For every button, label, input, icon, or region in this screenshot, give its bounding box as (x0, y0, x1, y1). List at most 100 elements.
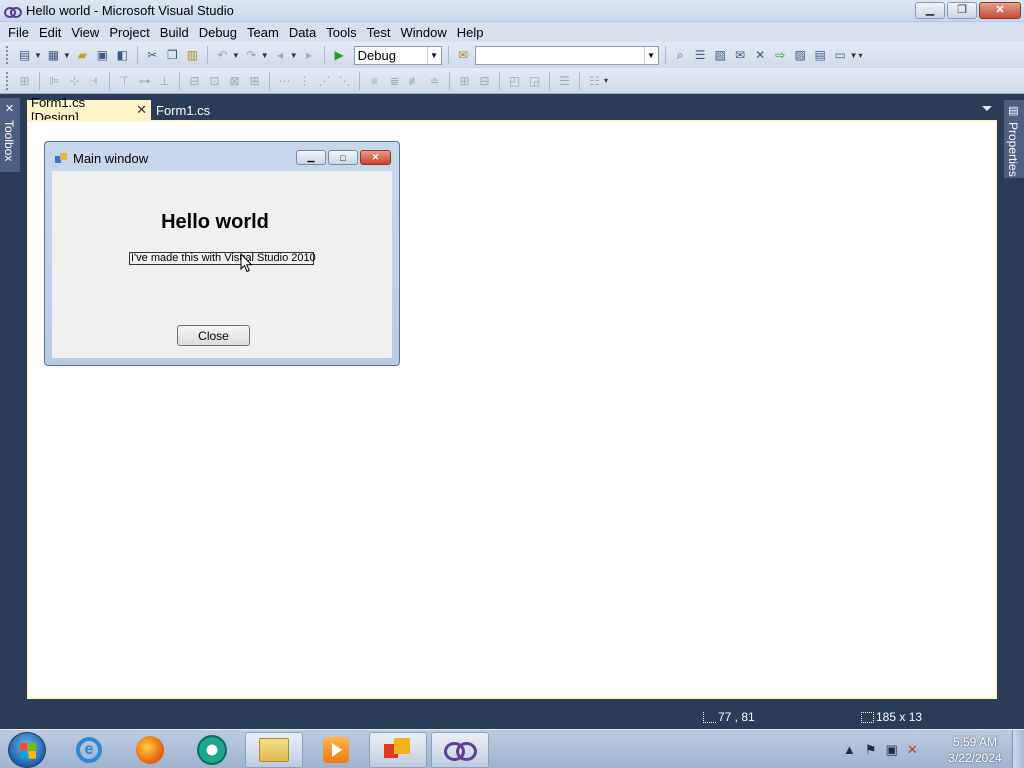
other-windows-icon[interactable]: ▭ (832, 47, 849, 63)
make-same-width-icon[interactable]: ⊟ (186, 73, 203, 89)
form-minimize-button[interactable]: ▁ (296, 150, 326, 165)
network-icon[interactable]: ▣ (886, 742, 898, 758)
show-hidden-icons-icon[interactable]: ▲ (843, 742, 856, 757)
start-page-icon[interactable]: ▨ (792, 47, 809, 63)
vertical-spacing-icon[interactable]: ≡ (366, 73, 383, 89)
chevron-down-icon[interactable]: ▼ (426, 46, 441, 64)
taskbar-firefox[interactable] (121, 732, 179, 768)
chevron-down-icon[interactable]: ▼ (63, 51, 71, 60)
bring-to-front-icon[interactable]: ◰ (506, 73, 523, 89)
align-lefts-icon[interactable]: ⊫ (46, 73, 63, 89)
lock-controls-icon[interactable]: ☰ (556, 73, 573, 89)
close-button[interactable]: ✕ (979, 2, 1021, 19)
hello-label[interactable]: Hello world (52, 211, 378, 234)
decrease-horizontal-spacing-icon[interactable]: ⋰ (316, 73, 333, 89)
new-project-icon[interactable]: ▤ (16, 47, 33, 63)
chevron-down-icon[interactable]: ▼ (643, 46, 658, 64)
class-view-icon[interactable]: ▤ (812, 47, 829, 63)
properties-panel-tab[interactable]: ▤ Properties (1004, 100, 1024, 178)
solution-configuration-select[interactable]: Debug ▼ (353, 45, 442, 65)
chevron-down-icon[interactable]: ▼ (850, 51, 858, 60)
add-item-icon[interactable]: ▦ (45, 47, 62, 63)
tab-order-icon[interactable]: ☷ (586, 73, 603, 89)
menu-test[interactable]: Test (362, 25, 396, 40)
size-to-grid-icon[interactable]: ⊞ (246, 73, 263, 89)
chevron-down-icon[interactable]: ▼ (232, 51, 240, 60)
align-rights-icon[interactable]: ⫣ (86, 73, 103, 89)
form-main-window[interactable]: Main window ▁ □ ✕ Hello world I've made … (44, 141, 400, 366)
action-center-flag-icon[interactable]: ⚑ (865, 742, 877, 758)
copy-icon[interactable]: ❐ (164, 47, 181, 63)
designer-surface[interactable]: Main window ▁ □ ✕ Hello world I've made … (27, 120, 997, 699)
cut-icon[interactable]: ✂ (144, 47, 161, 63)
form-client-area[interactable]: Hello world I've made this with Visual S… (52, 171, 392, 358)
menu-file[interactable]: File (3, 25, 34, 40)
undo-icon[interactable]: ↶ (214, 47, 231, 63)
redo-icon[interactable]: ↷ (243, 47, 260, 63)
center-vertically-icon[interactable]: ⊟ (476, 73, 493, 89)
properties-icon[interactable]: ☰ (692, 47, 709, 63)
tab-form1-design[interactable]: Form1.cs [Design] ✕ (27, 95, 151, 125)
toolbar-grip[interactable] (6, 71, 9, 90)
paste-icon[interactable]: ▥ (184, 47, 201, 63)
object-browser-icon[interactable]: ▧ (712, 47, 729, 63)
decrease-vertical-spacing-icon[interactable]: ≢ (406, 73, 423, 89)
extension-manager-icon[interactable]: ✕ (752, 47, 769, 63)
form-close-button[interactable]: ✕ (360, 150, 391, 165)
toolbar-grip[interactable] (6, 46, 9, 64)
solution-explorer-icon[interactable]: ⌕ (672, 47, 689, 63)
menu-debug[interactable]: Debug (194, 25, 242, 40)
chevron-down-icon[interactable] (982, 106, 992, 111)
open-icon[interactable]: ▰ (74, 47, 91, 63)
taskbar-internet-explorer[interactable]: e (60, 732, 118, 768)
find-in-files-icon[interactable]: ✉ (455, 47, 472, 63)
menu-project[interactable]: Project (104, 25, 154, 40)
chevron-down-icon[interactable]: ▼ (261, 51, 269, 60)
align-tops-icon[interactable]: ⊤ (116, 73, 133, 89)
increase-vertical-spacing-icon[interactable]: ≣ (386, 73, 403, 89)
taskbar-clock[interactable]: 5:59 AM 3/22/2024 (944, 734, 1006, 766)
toolbar-overflow-icon[interactable]: ▾ (604, 76, 608, 85)
horizontal-spacing-icon[interactable]: ⋯ (276, 73, 293, 89)
remove-horizontal-spacing-icon[interactable]: ⋱ (336, 73, 353, 89)
menu-data[interactable]: Data (284, 25, 321, 40)
chevron-down-icon[interactable]: ▼ (290, 51, 298, 60)
make-same-size-icon[interactable]: ⊠ (226, 73, 243, 89)
increase-horizontal-spacing-icon[interactable]: ⋮ (296, 73, 313, 89)
menu-tools[interactable]: Tools (321, 25, 361, 40)
save-icon[interactable]: ▣ (94, 47, 111, 63)
align-bottoms-icon[interactable]: ⊥ (156, 73, 173, 89)
make-same-height-icon[interactable]: ⊡ (206, 73, 223, 89)
show-desktop-button[interactable] (1012, 730, 1024, 768)
form-close-action-button[interactable]: Close (177, 325, 250, 346)
navigate-forward-icon[interactable]: ▸ (301, 47, 318, 63)
toolbox-panel-tab[interactable]: ✕ Toolbox (0, 98, 20, 172)
taskbar-office[interactable] (369, 732, 427, 768)
menu-window[interactable]: Window (395, 25, 451, 40)
minimize-button[interactable]: ▁ (915, 2, 945, 19)
chevron-down-icon[interactable]: ▼ (34, 51, 42, 60)
save-all-icon[interactable]: ◧ (114, 47, 131, 63)
volume-muted-icon[interactable]: ✕ (907, 742, 918, 758)
taskbar-file-explorer[interactable] (245, 732, 303, 768)
toolbar-overflow-icon[interactable]: ▾ (859, 51, 863, 60)
find-combo[interactable]: ▼ (474, 45, 659, 65)
taskbar-visual-studio[interactable] (431, 732, 489, 768)
send-to-back-icon[interactable]: ◲ (526, 73, 543, 89)
start-debugging-icon[interactable]: ▶ (331, 47, 348, 63)
close-icon[interactable]: ✕ (136, 102, 147, 118)
menu-build[interactable]: Build (155, 25, 194, 40)
restore-button[interactable]: ❐ (947, 2, 977, 19)
form-maximize-button[interactable]: □ (328, 150, 358, 165)
command-window-icon[interactable]: ⇨ (772, 47, 789, 63)
tab-form1-code[interactable]: Form1.cs (152, 100, 214, 120)
center-horizontally-icon[interactable]: ⊞ (456, 73, 473, 89)
menu-edit[interactable]: Edit (34, 25, 66, 40)
align-centers-icon[interactable]: ⊹ (66, 73, 83, 89)
selected-label[interactable]: I've made this with Visual Studio 2010 (129, 252, 316, 265)
toolbox-icon[interactable]: ✉ (732, 47, 749, 63)
taskbar-chrome[interactable] (183, 732, 241, 768)
remove-vertical-spacing-icon[interactable]: ≐ (426, 73, 443, 89)
taskbar-media-player[interactable] (307, 732, 365, 768)
align-to-grid-icon[interactable]: ⊞ (16, 73, 33, 89)
